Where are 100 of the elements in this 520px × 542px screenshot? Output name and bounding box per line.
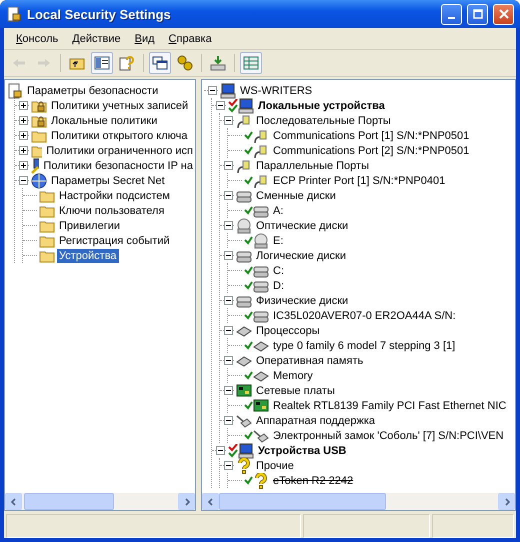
device-cable-icon (253, 428, 269, 444)
computer-icon (238, 442, 254, 458)
scroll-left-button[interactable] (202, 493, 219, 510)
expand-toggle[interactable] (224, 326, 232, 335)
expand-toggle[interactable] (224, 116, 232, 125)
tree-item[interactable]: Ключи пользователя (57, 204, 166, 218)
expand-toggle[interactable] (216, 446, 224, 455)
tree-item[interactable]: ECP Printer Port [1] S/N:*PNP0401 (271, 174, 448, 188)
tree-item[interactable]: Политики открытого ключа (49, 128, 190, 142)
expand-toggle[interactable] (224, 161, 232, 170)
expand-toggle[interactable] (224, 356, 232, 365)
horizontal-scrollbar[interactable] (5, 493, 195, 510)
tree-item[interactable]: Realtek RTL8139 Family PCI Fast Ethernet NIC (271, 398, 508, 412)
minus-icon (224, 462, 232, 469)
tree-item[interactable]: E: (271, 234, 286, 248)
tree-item[interactable]: Memory (271, 368, 315, 382)
tree-item[interactable]: Настройки подсистем (57, 188, 172, 202)
tree-item[interactable]: Последовательные Порты (254, 114, 393, 128)
tree-item[interactable]: C: (271, 264, 286, 278)
tree-item[interactable]: Параллельные Порты (254, 158, 371, 172)
tree-item[interactable]: Логические диски (254, 248, 348, 262)
new-window-icon (152, 56, 168, 70)
expand-toggle[interactable] (18, 131, 28, 140)
tree-item[interactable]: Параметры Secret Net (49, 174, 167, 188)
tree-item[interactable]: Прочие (254, 458, 296, 472)
scroll-thumb[interactable] (24, 493, 114, 510)
expand-toggle[interactable] (224, 386, 232, 395)
disc-drive-icon (236, 218, 252, 234)
menu-item[interactable]: Вид (128, 30, 161, 46)
chevron-left-icon (206, 498, 214, 506)
tree-item[interactable]: Политики ограниченного исп (44, 144, 195, 158)
expand-toggle[interactable] (208, 86, 216, 95)
document-lock-icon (6, 6, 22, 22)
expand-toggle[interactable] (224, 296, 232, 305)
computer-icon (220, 82, 236, 98)
scroll-right-button[interactable] (178, 493, 195, 510)
close-button[interactable] (493, 4, 514, 24)
network-card-icon (236, 382, 252, 398)
expand-toggle[interactable] (224, 461, 232, 470)
minimize-icon (448, 17, 455, 19)
tree-item[interactable]: Устройства USB (256, 444, 348, 458)
tree-item[interactable]: eToken R2 2242 (271, 474, 356, 488)
tree-item[interactable]: Communications Port [1] S/N:*PNP0501 (271, 128, 472, 142)
tree-item[interactable]: Привилегии (57, 218, 122, 232)
tree-item[interactable]: Устройства (57, 248, 119, 262)
expand-toggle[interactable] (216, 101, 224, 110)
tree-item[interactable]: WS-WRITERS (238, 84, 314, 98)
tree-item[interactable]: D: (271, 278, 286, 292)
tree-item[interactable]: Оптические диски (254, 218, 350, 232)
expand-toggle[interactable] (18, 146, 28, 155)
tree-item[interactable]: A: (271, 204, 286, 218)
plus-icon (20, 132, 26, 139)
tree-item[interactable]: Параметры безопасности (25, 84, 160, 98)
expand-toggle[interactable] (18, 116, 28, 125)
question-mark-icon (236, 458, 252, 474)
minus-icon (224, 252, 232, 259)
plus-icon (20, 162, 26, 169)
toolbar-button[interactable] (149, 52, 171, 74)
menu-item[interactable]: Справка (162, 30, 218, 46)
minimize-button[interactable] (441, 4, 462, 24)
menu-item[interactable]: Консоль (10, 30, 64, 46)
tree-item[interactable]: Политики учетных записей (49, 98, 190, 112)
tree-item[interactable]: Сменные диски (254, 188, 338, 202)
tree-item[interactable]: Электронный замок 'Соболь' [7] S/N:PCI\VEN (271, 428, 506, 442)
tree-item[interactable]: Локальные политики (49, 114, 160, 128)
expand-toggle[interactable] (224, 221, 232, 230)
expand-toggle[interactable] (18, 176, 28, 185)
tree-item[interactable]: Политики безопасности IP на (41, 158, 195, 172)
tree-item[interactable]: Локальные устройства (256, 98, 387, 112)
minus-icon (224, 117, 232, 124)
horizontal-scrollbar[interactable] (202, 493, 515, 510)
expand-toggle[interactable] (224, 191, 232, 200)
globe-icon (31, 172, 47, 188)
tree-item[interactable]: IC35L020AVER07-0 ER2OA44A S/N: (271, 308, 458, 322)
tree-item[interactable]: Оперативная память (254, 354, 366, 368)
tree-item[interactable]: Регистрация событий (57, 234, 172, 248)
tree-item[interactable]: Физические диски (254, 294, 350, 308)
scroll-left-button[interactable] (5, 493, 22, 510)
menu-item[interactable]: Действие (66, 30, 127, 46)
tree-item[interactable]: type 0 family 6 model 7 stepping 3 [1] (271, 338, 458, 352)
forward-arrow-icon (37, 58, 51, 68)
scroll-thumb[interactable] (219, 493, 386, 510)
expand-toggle[interactable] (224, 416, 232, 425)
toolbar-button[interactable] (91, 52, 113, 74)
minus-icon (224, 387, 232, 394)
chevron-right-icon (502, 498, 510, 506)
tree-item[interactable]: Communications Port [2] S/N:*PNP0501 (271, 144, 472, 158)
maximize-button[interactable] (467, 4, 488, 24)
disc-drive-icon (253, 232, 269, 248)
plug-icon (253, 142, 269, 158)
plug-icon (236, 158, 252, 174)
gears-icon (177, 55, 193, 71)
minus-icon (20, 177, 26, 184)
expand-toggle[interactable] (18, 161, 28, 170)
tree-item[interactable]: Процессоры (254, 324, 322, 338)
tree-item[interactable]: Аппаратная поддержка (254, 414, 378, 428)
expand-toggle[interactable] (224, 251, 232, 260)
scroll-right-button[interactable] (498, 493, 515, 510)
tree-item[interactable]: Сетевые платы (254, 384, 337, 398)
expand-toggle[interactable] (18, 101, 28, 110)
